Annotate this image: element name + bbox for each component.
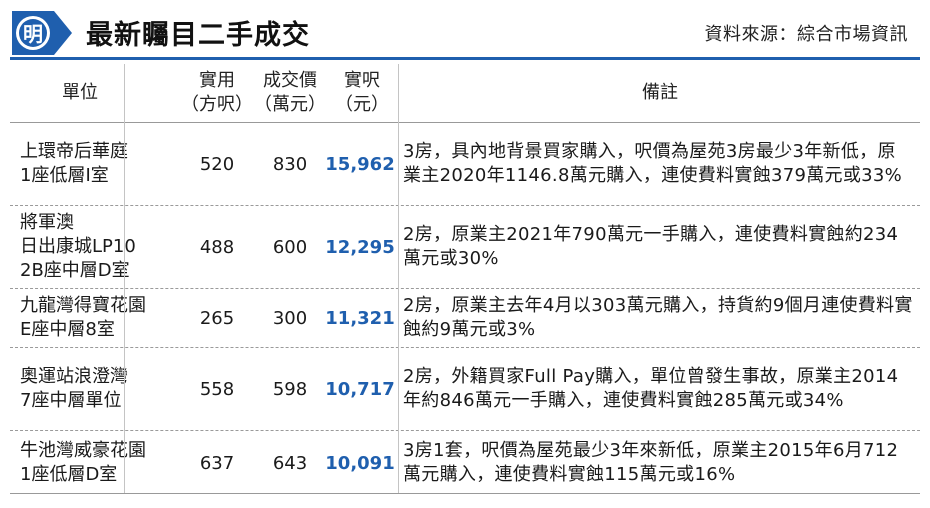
unit-estate: 牛池灣威豪花園 <box>20 440 146 461</box>
cell-price: 300 <box>272 307 308 329</box>
cell-psf: 10,717 <box>325 378 395 400</box>
cell-unit: 牛池灣威豪花園 1座低層D室 <box>20 431 190 495</box>
cell-area: 520 <box>199 153 235 175</box>
transactions-table: 單位 實用 （方呎） 成交價 （萬元） 實呎 （元） 備註 上環帝后華庭 1座低… <box>10 64 920 495</box>
col-header-psf-unit: （元） <box>335 94 389 115</box>
unit-flat: 7座中層單位 <box>20 390 122 411</box>
cell-unit: 奧運站浪澄灣 7座中層單位 <box>20 348 190 430</box>
unit-district: 將軍澳 <box>20 212 74 233</box>
table-row: 牛池灣威豪花園 1座低層D室 637 643 10,091 3房1套，呎價為屋苑… <box>10 431 920 495</box>
cell-psf: 15,962 <box>325 153 395 175</box>
col-header-psf-label: 實呎 <box>344 70 380 91</box>
cell-price: 830 <box>272 153 308 175</box>
cell-price: 598 <box>272 378 308 400</box>
header-rule <box>10 57 920 60</box>
unit-flat: 2B座中層D室 <box>20 260 130 281</box>
col-header-note-label: 備註 <box>642 82 678 103</box>
unit-flat: E座中層8室 <box>20 319 115 340</box>
cell-note: 2房，原業主2021年790萬元一手購入，連使費料實蝕約234萬元或30% <box>403 224 899 269</box>
header: 明 最新矚目二手成交 資料來源：綜合市場資訊 <box>0 0 930 64</box>
unit-estate: 上環帝后華庭 <box>20 141 128 162</box>
col-header-note: 備註 <box>410 64 910 122</box>
cell-note: 2房，原業主去年4月以303萬元購入，持貨約9個月連使費料實蝕約9萬元或3% <box>403 295 913 340</box>
table-row: 奧運站浪澄灣 7座中層單位 558 598 10,717 2房，外籍買家Full… <box>10 348 920 431</box>
cell-note: 3房1套，呎價為屋苑最少3年來新低，原業主2015年6月712萬元購入，連使費料… <box>403 440 899 485</box>
column-divider <box>398 64 399 494</box>
logo-char: 明 <box>23 22 43 46</box>
cell-price: 600 <box>272 236 308 258</box>
col-header-psf: 實呎 （元） <box>320 64 404 122</box>
table-row: 上環帝后華庭 1座低層I室 520 830 15,962 3房，具內地背景買家購… <box>10 123 920 206</box>
col-header-price-label: 成交價 <box>263 70 317 91</box>
cell-note: 3房，具內地背景買家購入，呎價為屋苑3房最少3年新低，原業主2020年1146.… <box>403 141 903 186</box>
cell-unit: 九龍灣得寶花園 E座中層8室 <box>20 289 190 347</box>
col-header-area: 實用 （方呎） <box>175 64 259 122</box>
col-header-price-unit: （萬元） <box>254 94 326 115</box>
cell-area: 265 <box>199 307 235 329</box>
cell-unit: 將軍澳 日出康城LP10 2B座中層D室 <box>20 206 190 288</box>
col-header-area-unit: （方呎） <box>181 94 253 115</box>
table-header: 單位 實用 （方呎） 成交價 （萬元） 實呎 （元） 備註 <box>10 64 920 123</box>
newspaper-logo: 明 <box>10 8 74 58</box>
cell-area: 637 <box>199 452 235 474</box>
cell-area: 488 <box>199 236 235 258</box>
col-header-unit-label: 單位 <box>62 82 98 103</box>
unit-estate: 日出康城LP10 <box>20 236 136 257</box>
cell-psf: 11,321 <box>325 307 395 329</box>
unit-flat: 1座低層I室 <box>20 165 109 186</box>
cell-psf: 12,295 <box>325 236 395 258</box>
col-header-area-label: 實用 <box>199 70 235 91</box>
col-header-unit: 單位 <box>20 64 140 122</box>
cell-unit: 上環帝后華庭 1座低層I室 <box>20 123 190 205</box>
cell-psf: 10,091 <box>325 452 395 474</box>
table-row: 九龍灣得寶花園 E座中層8室 265 300 11,321 2房，原業主去年4月… <box>10 289 920 348</box>
table-bottom-rule <box>10 493 920 494</box>
cell-price: 643 <box>272 452 308 474</box>
table-row: 將軍澳 日出康城LP10 2B座中層D室 488 600 12,295 2房，原… <box>10 206 920 289</box>
page-title: 最新矚目二手成交 <box>86 20 310 51</box>
unit-flat: 1座低層D室 <box>20 464 118 485</box>
unit-estate: 奧運站浪澄灣 <box>20 366 128 387</box>
unit-estate: 九龍灣得寶花園 <box>20 295 146 316</box>
logo-icon: 明 <box>12 11 72 55</box>
cell-area: 558 <box>199 378 235 400</box>
source-note: 資料來源：綜合市場資訊 <box>704 24 908 45</box>
cell-note: 2房，外籍買家Full Pay購入，單位曾發生事故，原業主2014年約846萬元… <box>403 366 899 411</box>
column-divider <box>124 64 125 494</box>
